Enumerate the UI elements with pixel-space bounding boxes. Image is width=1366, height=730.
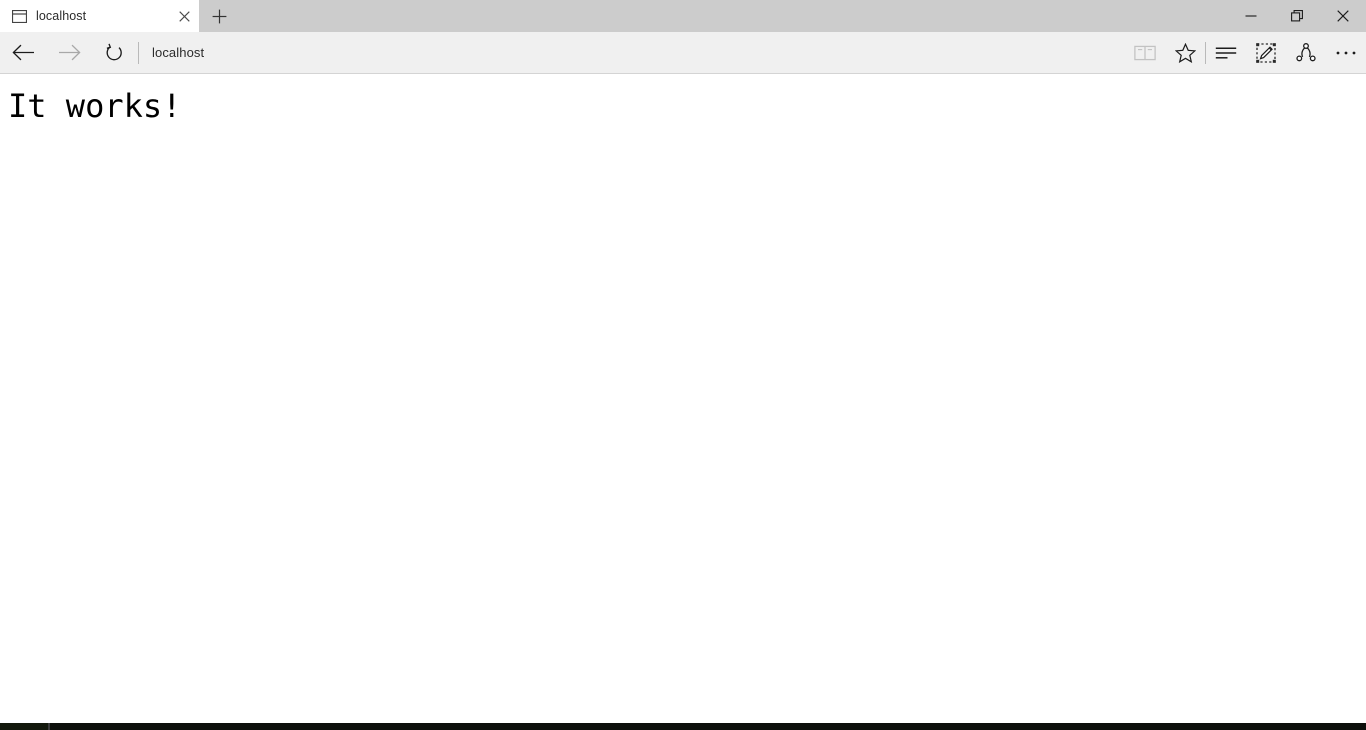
- minimize-button[interactable]: [1228, 0, 1274, 32]
- close-window-button[interactable]: [1320, 0, 1366, 32]
- restore-icon: [1291, 10, 1303, 22]
- title-bar: localhost: [0, 0, 1366, 32]
- refresh-button[interactable]: [92, 34, 138, 72]
- address-bar[interactable]: localhost: [139, 32, 1125, 74]
- share-icon: [1296, 43, 1316, 62]
- address-bar-text: localhost: [152, 45, 205, 60]
- refresh-icon: [105, 43, 125, 63]
- plus-icon: [212, 9, 227, 24]
- taskbar-segment-left: [0, 723, 48, 730]
- book-icon: [1134, 44, 1156, 62]
- back-button[interactable]: [0, 34, 46, 72]
- arrow-right-icon: [58, 44, 81, 61]
- page-content: It works!: [0, 74, 1366, 730]
- navigation-toolbar: localhost: [0, 32, 1366, 74]
- favorite-button[interactable]: [1165, 34, 1205, 72]
- hub-lines-icon: [1215, 46, 1237, 60]
- forward-button[interactable]: [46, 34, 92, 72]
- desktop-taskbar-edge: [0, 723, 1366, 730]
- tab-title: localhost: [36, 9, 87, 23]
- ellipsis-icon: [1335, 50, 1357, 56]
- tab-strip: localhost: [0, 0, 239, 32]
- restore-button[interactable]: [1274, 0, 1320, 32]
- taskbar-segment-divider: [48, 723, 50, 730]
- window-page-icon: [11, 8, 27, 24]
- minimize-icon: [1245, 10, 1257, 22]
- arrow-left-icon: [11, 44, 35, 61]
- close-icon: [1337, 10, 1349, 22]
- hub-button[interactable]: [1206, 34, 1246, 72]
- titlebar-drag-region: [239, 0, 1228, 32]
- toolbar-actions: [1125, 32, 1366, 74]
- page-title: It works!: [8, 87, 182, 125]
- window-controls: [1228, 0, 1366, 32]
- web-note-button[interactable]: [1246, 34, 1286, 72]
- new-tab-button[interactable]: [199, 0, 239, 32]
- browser-window: localhost localhost It works!: [0, 0, 1366, 730]
- share-button[interactable]: [1286, 34, 1326, 72]
- reading-view-button[interactable]: [1125, 34, 1165, 72]
- close-icon[interactable]: [169, 0, 199, 32]
- browser-tab[interactable]: localhost: [0, 0, 199, 32]
- star-icon: [1174, 42, 1196, 63]
- pen-note-icon: [1256, 42, 1276, 63]
- more-button[interactable]: [1326, 34, 1366, 72]
